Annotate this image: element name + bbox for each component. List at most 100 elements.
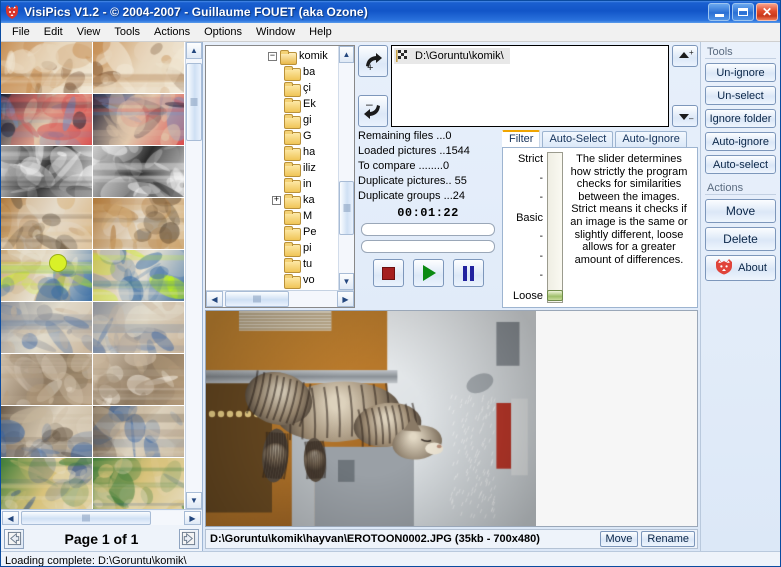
tree-item[interactable]: M [206, 208, 338, 225]
tab-auto-ignore[interactable]: Auto-Ignore [615, 131, 687, 147]
tree-hscroll-thumb[interactable] [225, 291, 289, 307]
tree-item[interactable]: vo [206, 272, 338, 289]
move-file-button[interactable]: Move [599, 531, 639, 547]
duplicate-group-row[interactable] [1, 354, 185, 406]
tree-item[interactable]: G [206, 128, 338, 145]
about-button[interactable]: About [705, 255, 776, 281]
tree-item[interactable]: çi [206, 80, 338, 97]
tree-item[interactable]: ha [206, 144, 338, 161]
thumbnail-kitchen-scene-pair[interactable] [1, 42, 93, 93]
page-next-icon[interactable] [178, 528, 199, 549]
chevron-left-icon[interactable]: ◀ [206, 291, 223, 307]
chevron-up-icon[interactable]: ▲ [186, 42, 202, 59]
thumbnail-kitchen-scene-pair[interactable] [93, 42, 185, 93]
auto-ignore-button[interactable]: Auto-ignore [705, 132, 776, 151]
thumbnail-crowd-green-field-pair[interactable] [1, 458, 93, 509]
thumbnail-cat-towel-pair[interactable] [93, 302, 185, 353]
menu-edit[interactable]: Edit [37, 24, 70, 40]
thumbnail-cat-sink-pair[interactable] [93, 198, 185, 249]
selected-folder-row[interactable]: D:\Goruntu\komik\ [394, 48, 510, 64]
thumbnail-dalmatian-text-pair[interactable] [1, 146, 93, 197]
maximize-button[interactable] [732, 3, 754, 21]
tree-item[interactable]: in [206, 176, 338, 193]
chevron-left-icon[interactable]: ◀ [2, 511, 19, 525]
scroll-track[interactable] [186, 59, 202, 492]
tree-item[interactable]: iliz [206, 160, 338, 177]
thumbnail-cat-blue-toy-pair[interactable] [93, 406, 185, 457]
selected-folders-list[interactable]: D:\Goruntu\komik\ [391, 45, 669, 127]
tree-horizontal-scrollbar[interactable]: ◀ ▶ [206, 290, 354, 307]
tree-scroll-track[interactable] [339, 63, 354, 273]
chevron-down-icon[interactable]: ▼ [186, 492, 202, 509]
thumbnail-cat-blue-toy-pair[interactable] [1, 406, 93, 457]
page-prev-icon[interactable] [4, 528, 24, 549]
scroll-thumb[interactable] [186, 63, 202, 141]
thumbnail-list[interactable] [1, 42, 185, 509]
tree-item[interactable]: tu [206, 256, 338, 273]
thumbnail-pig-paper-pair[interactable] [1, 94, 93, 145]
duplicate-group-row[interactable] [1, 406, 185, 458]
thumbnail-cat-green-dot-pair[interactable] [1, 250, 93, 301]
folder-tree[interactable]: − komik ba çi Ek gi Gha iliz in + ka M Pe pi tu vo [206, 46, 338, 290]
collapse-icon[interactable]: − [268, 51, 277, 61]
thumbnail-pig-paper-pair[interactable] [93, 94, 185, 145]
triangle-down-minus-icon[interactable]: – [672, 105, 698, 127]
thumbnail-cat-sink-pair[interactable] [1, 198, 93, 249]
strictness-slider[interactable]: Strict - - Basic - - - Loose [505, 152, 563, 303]
tree-item[interactable]: pi [206, 240, 338, 257]
move-button[interactable]: Move [705, 199, 776, 223]
menu-help[interactable]: Help [302, 24, 339, 40]
un-select-button[interactable]: Un-select [705, 86, 776, 105]
tree-item[interactable]: Ek [206, 96, 338, 113]
thumbnail-dalmatian-text-pair[interactable] [93, 146, 185, 197]
tab-filter[interactable]: Filter [502, 130, 541, 147]
triangle-up-plus-icon[interactable]: + [672, 45, 698, 67]
thumbnail-bride-group-pair[interactable] [1, 354, 93, 405]
hscroll-track[interactable] [19, 511, 184, 525]
auto-select-button[interactable]: Auto-select [705, 155, 776, 174]
chevron-right-icon[interactable]: ▶ [337, 291, 354, 307]
tree-hscroll-track[interactable] [223, 291, 337, 307]
close-icon[interactable]: ✕ [756, 3, 778, 21]
tab-auto-select[interactable]: Auto-Select [542, 131, 614, 147]
tree-item[interactable]: ba [206, 64, 338, 81]
menu-options[interactable]: Options [197, 24, 249, 40]
tree-vertical-scrollbar[interactable]: ▲ ▼ [338, 46, 354, 290]
tree-scroll-thumb[interactable] [339, 181, 354, 235]
tree-item[interactable]: Pe [206, 224, 338, 241]
duplicate-group-row[interactable] [1, 42, 185, 94]
rename-file-button[interactable]: Rename [641, 531, 695, 547]
chevron-up-icon[interactable]: ▲ [339, 46, 354, 63]
image-preview[interactable] [205, 310, 698, 527]
duplicate-group-row[interactable] [1, 146, 185, 198]
menu-actions[interactable]: Actions [147, 24, 197, 40]
slider-knob[interactable] [547, 290, 563, 301]
duplicate-group-row[interactable] [1, 198, 185, 250]
menu-view[interactable]: View [70, 24, 108, 40]
thumbnail-crowd-green-field-pair[interactable] [93, 458, 185, 509]
thumbnail-horizontal-scrollbar[interactable]: ◀ ▶ [1, 510, 202, 526]
thumbnail-cat-green-dot-pair[interactable] [93, 250, 185, 301]
duplicate-group-row[interactable] [1, 302, 185, 354]
stop-button[interactable] [372, 259, 404, 287]
expand-icon[interactable]: + [272, 195, 281, 205]
slider-track[interactable] [547, 152, 563, 303]
menu-file[interactable]: File [5, 24, 37, 40]
hscroll-thumb[interactable] [21, 511, 151, 525]
arrow-add-icon[interactable]: + [358, 45, 388, 77]
thumbnail-bride-group-pair[interactable] [93, 354, 185, 405]
menu-tools[interactable]: Tools [107, 24, 147, 40]
pause-button[interactable] [452, 259, 484, 287]
menu-window[interactable]: Window [249, 24, 302, 40]
ignore-folder-button[interactable]: Ignore folder [705, 109, 776, 128]
minimize-button[interactable] [708, 3, 730, 21]
duplicate-group-row[interactable] [1, 94, 185, 146]
duplicate-group-row[interactable] [1, 458, 185, 509]
thumbnail-vertical-scrollbar[interactable]: ▲ ▼ [185, 42, 202, 509]
tree-item[interactable]: gi [206, 112, 338, 129]
delete-button[interactable]: Delete [705, 227, 776, 251]
chevron-right-icon[interactable]: ▶ [184, 511, 201, 525]
duplicate-group-row[interactable] [1, 250, 185, 302]
tree-item[interactable]: + ka [206, 192, 338, 209]
chevron-down-icon[interactable]: ▼ [339, 273, 354, 290]
